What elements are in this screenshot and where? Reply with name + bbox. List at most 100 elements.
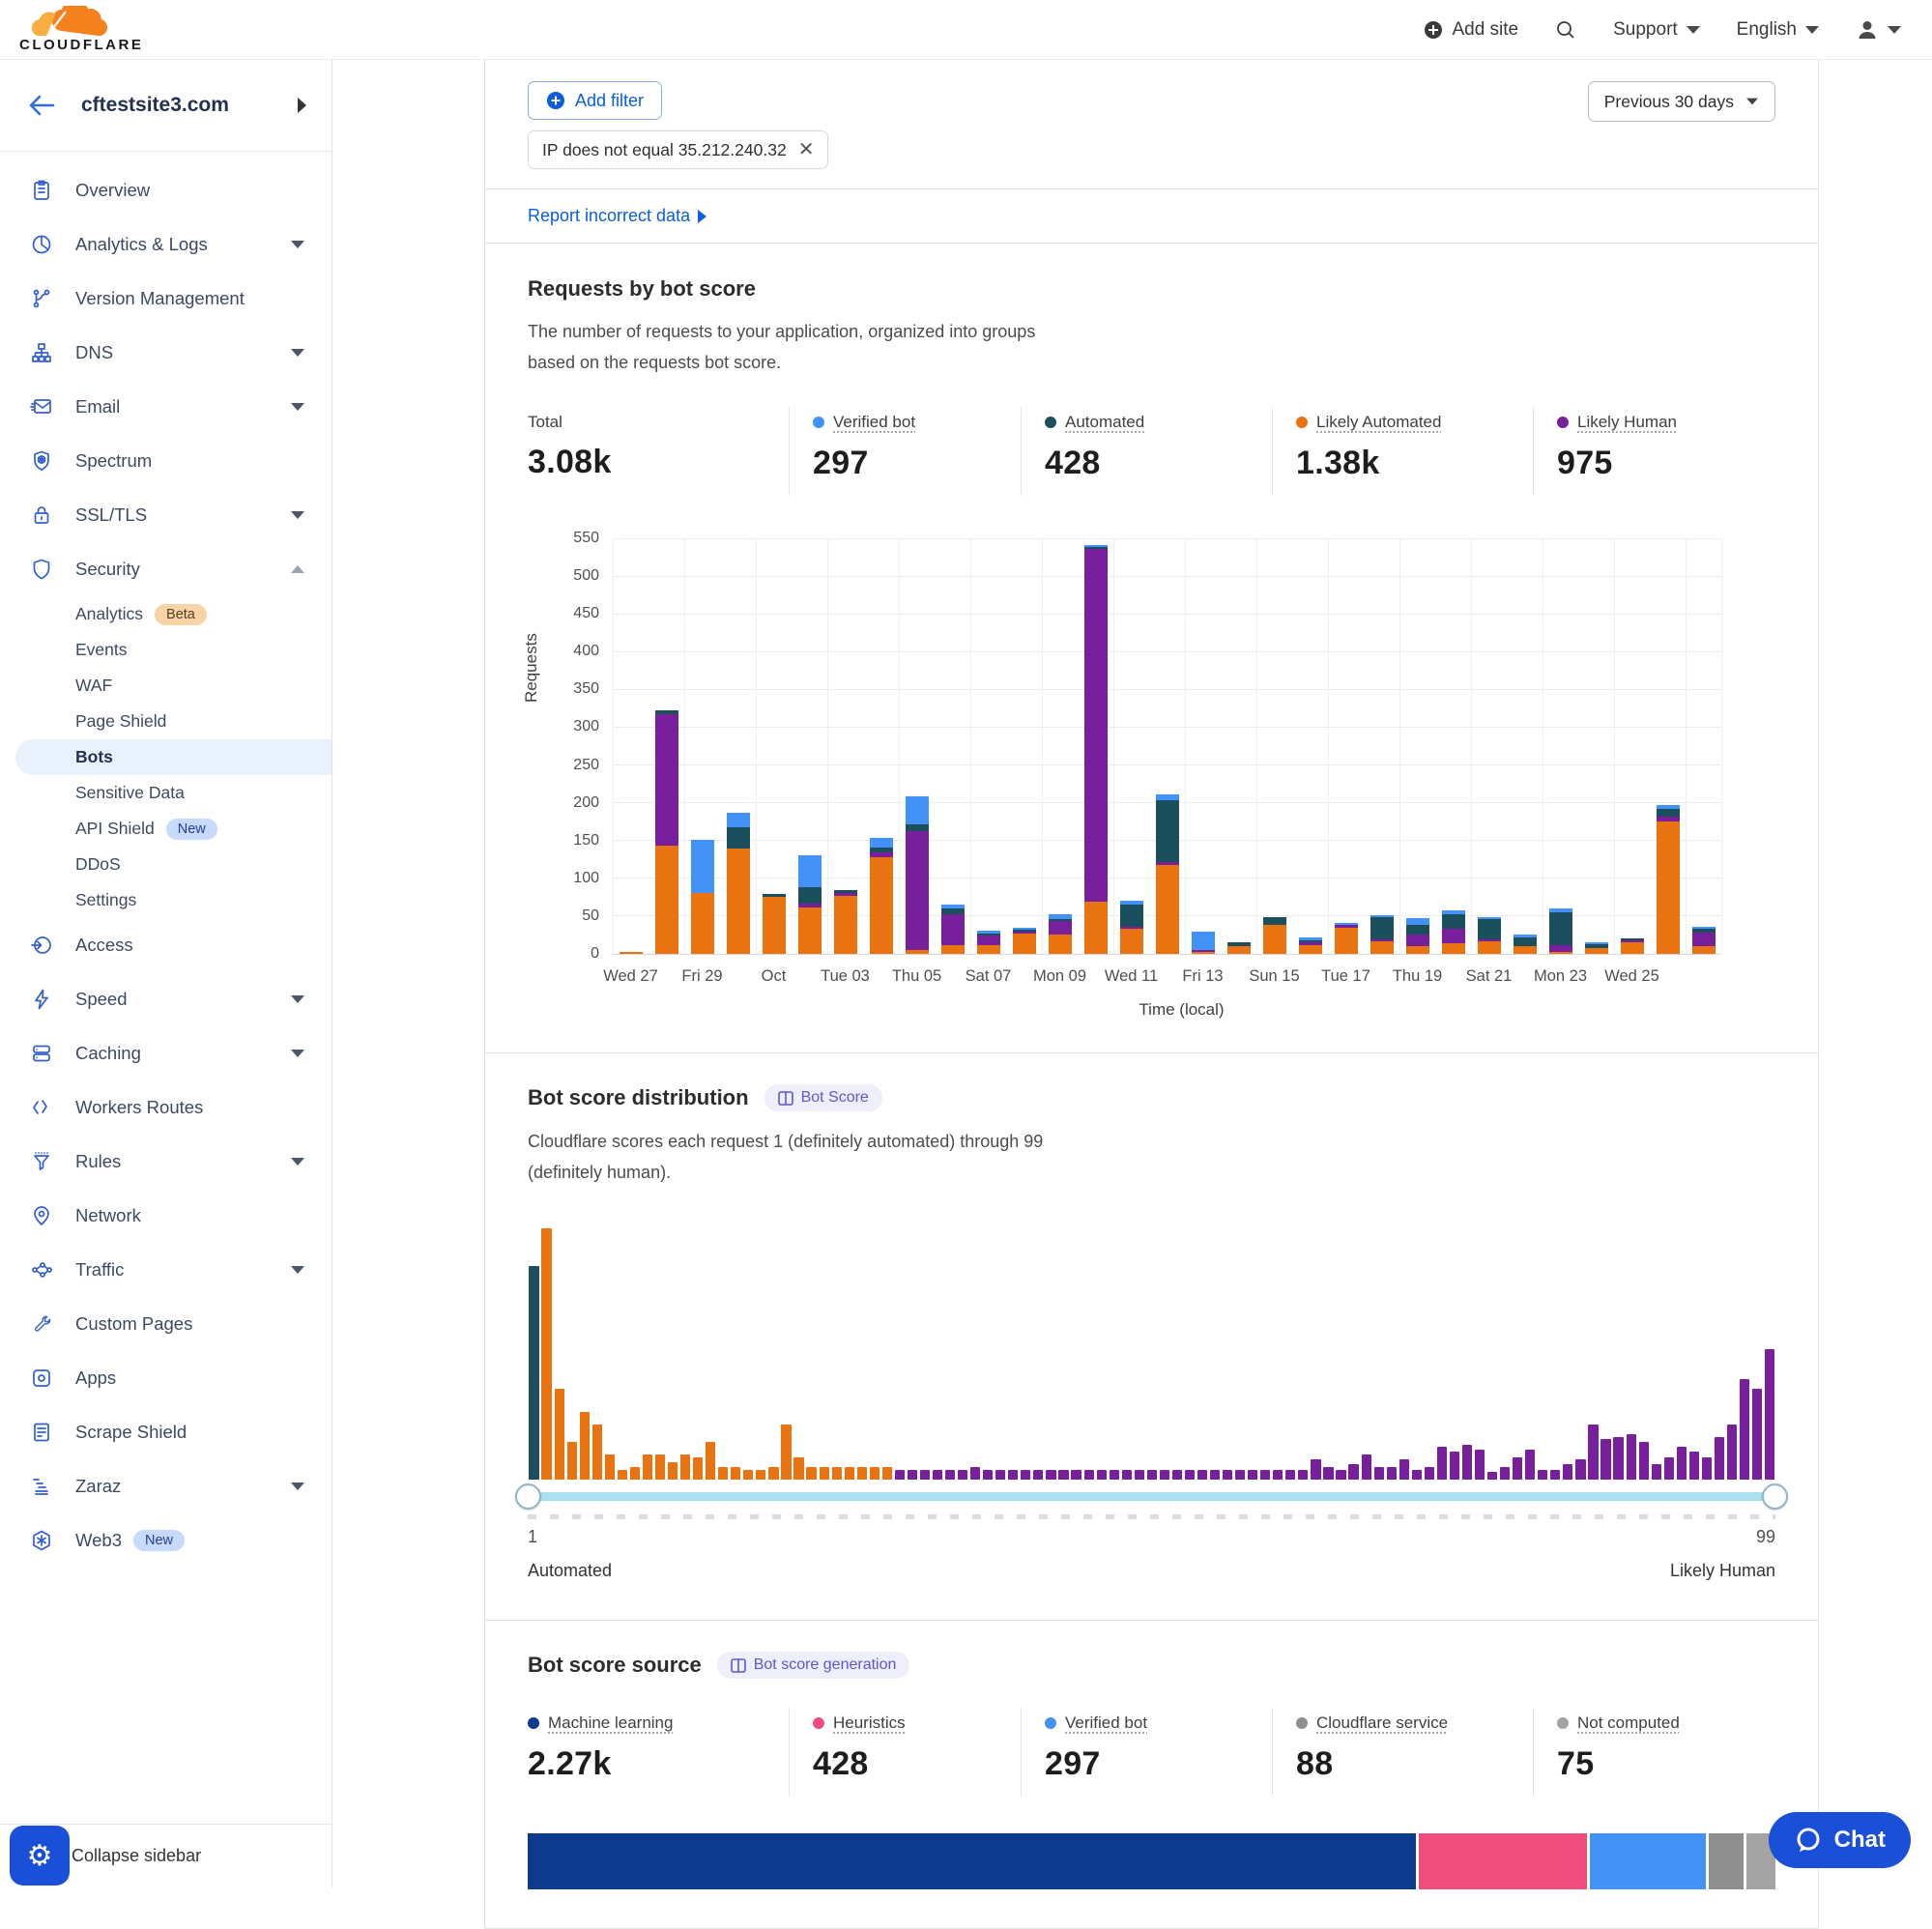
histogram-bar-score-47[interactable] <box>1110 1470 1119 1480</box>
sidebar-item-caching[interactable]: Caching <box>0 1026 332 1080</box>
bar-fri-13[interactable] <box>1192 932 1215 954</box>
bar-day-18[interactable] <box>1227 942 1251 954</box>
date-range-select[interactable]: Previous 30 days <box>1588 81 1775 122</box>
histogram-bar-score-42[interactable] <box>1046 1470 1055 1480</box>
bar-day-6[interactable] <box>798 855 822 954</box>
bar-day-14[interactable] <box>1084 545 1108 954</box>
bar-day-12[interactable] <box>1013 928 1036 954</box>
histogram-bar-score-57[interactable] <box>1235 1470 1245 1480</box>
histogram-bar-score-33[interactable] <box>933 1470 942 1480</box>
histogram-bar-score-2[interactable] <box>541 1228 551 1480</box>
histogram-bar-score-34[interactable] <box>945 1470 955 1480</box>
histogram-bar-score-94[interactable] <box>1702 1457 1712 1480</box>
histogram-bar-score-15[interactable] <box>706 1442 715 1480</box>
bar-tue-03[interactable] <box>834 890 857 954</box>
add-filter-button[interactable]: Add filter <box>528 81 662 120</box>
bar-sun-15[interactable] <box>1263 917 1286 954</box>
account-menu[interactable] <box>1856 18 1901 42</box>
histogram-bar-score-66[interactable] <box>1348 1464 1358 1480</box>
chevron-right-icon[interactable] <box>298 98 306 113</box>
source-segment-machine-learning[interactable] <box>528 1833 1416 1889</box>
histogram-bar-score-62[interactable] <box>1298 1470 1308 1480</box>
histogram-bar-score-43[interactable] <box>1058 1470 1068 1480</box>
histogram-bar-score-52[interactable] <box>1172 1470 1182 1480</box>
histogram-bar-score-63[interactable] <box>1311 1459 1320 1480</box>
histogram-bar-score-51[interactable] <box>1160 1470 1169 1480</box>
slider-handle-min[interactable] <box>515 1483 541 1510</box>
histogram-bar-score-1[interactable] <box>529 1266 538 1480</box>
histogram-bar-score-87[interactable] <box>1613 1437 1623 1480</box>
histogram-bar-score-82[interactable] <box>1550 1470 1560 1480</box>
histogram-bar-score-28[interactable] <box>870 1467 879 1480</box>
histogram-bar-score-10[interactable] <box>643 1454 652 1480</box>
bar-wed-11[interactable] <box>1120 901 1143 955</box>
sidebar-subitem-ddos[interactable]: DDoS <box>0 847 332 882</box>
collapse-sidebar-button[interactable]: Collapse sidebar <box>72 1846 201 1866</box>
sidebar-item-security[interactable]: Security <box>0 542 332 596</box>
histogram-bar-score-48[interactable] <box>1122 1470 1132 1480</box>
histogram-bar-score-70[interactable] <box>1399 1459 1409 1480</box>
histogram-bar-score-95[interactable] <box>1715 1437 1724 1480</box>
histogram-bar-score-30[interactable] <box>895 1470 905 1480</box>
histogram-bar-score-79[interactable] <box>1513 1457 1522 1480</box>
sidebar-item-workers-routes[interactable]: Workers Routes <box>0 1080 332 1135</box>
histogram-bar-score-46[interactable] <box>1097 1470 1107 1480</box>
bar-wed-27[interactable] <box>620 952 643 954</box>
histogram-bar-score-5[interactable] <box>580 1412 590 1480</box>
histogram-bar-score-89[interactable] <box>1639 1442 1649 1480</box>
histogram-bar-score-64[interactable] <box>1323 1467 1333 1480</box>
histogram-bar-score-59[interactable] <box>1260 1470 1270 1480</box>
sidebar-subitem-events[interactable]: Events <box>0 632 332 668</box>
bar-thu-05[interactable] <box>906 796 929 954</box>
sidebar-item-web3[interactable]: Web3New <box>0 1513 332 1568</box>
bar-oct[interactable] <box>763 894 786 954</box>
histogram-bar-score-39[interactable] <box>1008 1470 1018 1480</box>
bar-sat-07[interactable] <box>977 931 1000 954</box>
histogram-bar-score-55[interactable] <box>1210 1470 1220 1480</box>
histogram-bar-score-67[interactable] <box>1362 1454 1371 1480</box>
search-button[interactable] <box>1555 19 1576 41</box>
histogram-bar-score-44[interactable] <box>1071 1470 1081 1480</box>
histogram-bar-score-99[interactable] <box>1765 1349 1774 1480</box>
histogram-bar-score-74[interactable] <box>1450 1452 1459 1480</box>
histogram-bar-score-56[interactable] <box>1223 1470 1232 1480</box>
bar-mon-09[interactable] <box>1049 914 1072 954</box>
language-menu[interactable]: English <box>1737 19 1819 41</box>
histogram-bar-score-29[interactable] <box>882 1467 892 1480</box>
bar-wed-25[interactable] <box>1621 938 1644 954</box>
add-site-button[interactable]: Add site <box>1424 19 1518 41</box>
cloudflare-logo[interactable]: CLOUDFLARE <box>19 6 143 53</box>
bar-day-10[interactable] <box>941 905 965 954</box>
histogram-bar-score-73[interactable] <box>1437 1447 1447 1480</box>
histogram-bar-score-69[interactable] <box>1387 1467 1397 1480</box>
histogram-bar-score-18[interactable] <box>743 1470 753 1480</box>
histogram-bar-score-16[interactable] <box>718 1467 728 1480</box>
histogram-bar-score-53[interactable] <box>1185 1470 1195 1480</box>
histogram-bar-score-90[interactable] <box>1652 1464 1661 1480</box>
histogram-bar-score-60[interactable] <box>1273 1470 1283 1480</box>
sidebar-item-speed[interactable]: Speed <box>0 972 332 1026</box>
sidebar-subitem-settings[interactable]: Settings <box>0 882 332 918</box>
histogram-bar-score-38[interactable] <box>995 1470 1005 1480</box>
sidebar-item-email[interactable]: Email <box>0 380 332 434</box>
histogram-bar-score-80[interactable] <box>1525 1450 1535 1480</box>
bar-day-4[interactable] <box>727 813 750 954</box>
histogram-bar-score-4[interactable] <box>567 1442 577 1480</box>
bar-mon-23[interactable] <box>1549 908 1572 954</box>
sidebar-item-custom-pages[interactable]: Custom Pages <box>0 1297 332 1351</box>
histogram-bar-score-98[interactable] <box>1752 1389 1762 1480</box>
histogram-bar-score-84[interactable] <box>1575 1459 1585 1480</box>
sidebar-item-spectrum[interactable]: Spectrum <box>0 434 332 488</box>
bar-day-20[interactable] <box>1299 937 1322 954</box>
bar-day-31[interactable] <box>1692 927 1716 954</box>
bar-sat-21[interactable] <box>1478 917 1501 954</box>
bot-score-badge[interactable]: Bot Score <box>764 1084 882 1111</box>
histogram-bar-score-12[interactable] <box>668 1462 678 1480</box>
histogram-bar-score-77[interactable] <box>1487 1472 1497 1480</box>
sidebar-item-zaraz[interactable]: Zaraz <box>0 1459 332 1513</box>
histogram-bar-score-86[interactable] <box>1600 1439 1610 1480</box>
histogram-bar-score-6[interactable] <box>592 1425 602 1480</box>
histogram-bar-score-26[interactable] <box>845 1467 854 1480</box>
histogram-bar-score-22[interactable] <box>793 1457 803 1480</box>
histogram-bar-score-24[interactable] <box>820 1467 829 1480</box>
